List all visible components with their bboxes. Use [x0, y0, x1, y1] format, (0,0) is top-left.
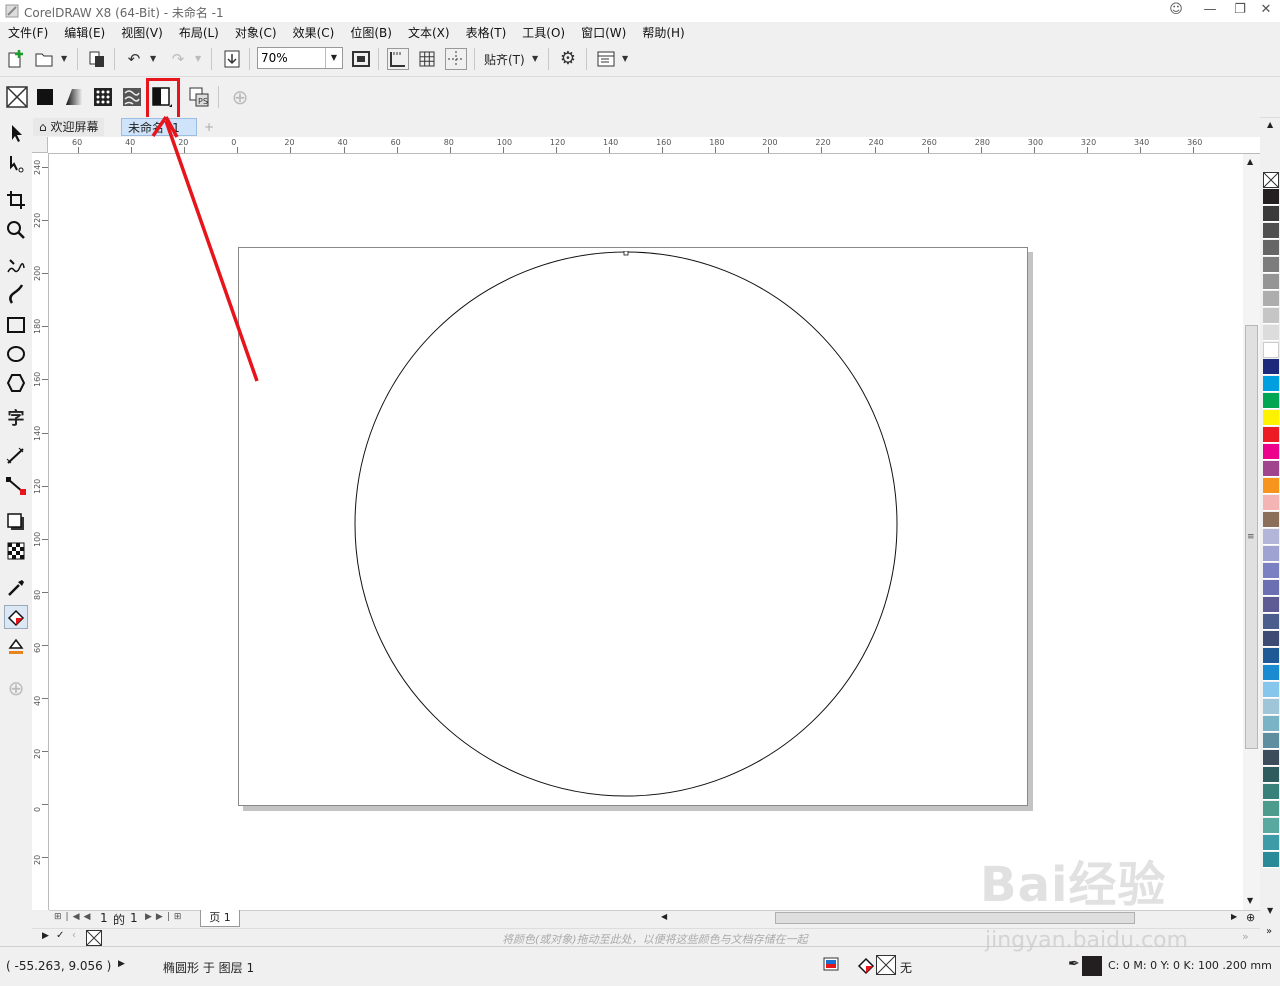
palette-swatch[interactable] — [1263, 461, 1279, 477]
palette-swatch[interactable] — [1263, 342, 1279, 358]
palette-swatch[interactable] — [1263, 240, 1279, 256]
scroll-left-arrow-icon[interactable]: ◀ — [661, 912, 667, 921]
annotation-arrow — [151, 116, 259, 382]
baidu-watermark: Bai经验 — [980, 857, 1167, 913]
palette-swatch[interactable] — [1263, 223, 1279, 239]
palette-swatch[interactable] — [1263, 580, 1279, 596]
palette-scroll-down-icon[interactable]: ▼ — [1267, 906, 1273, 915]
palette-swatch[interactable] — [1263, 308, 1279, 324]
page-first-prev-icons[interactable]: ⊞|◀◀ — [54, 912, 94, 922]
palette-swatch[interactable] — [1263, 784, 1279, 800]
no-fill-swatch-icon — [876, 955, 896, 975]
doc-palette-hint: 将颜色(或对象)拖动至此处，以便将这些颜色与文档存储在一起 — [502, 933, 808, 946]
scroll-grip-icon: ≡ — [1247, 532, 1255, 542]
palette-swatch[interactable] — [1263, 393, 1279, 409]
navigator-zoom-icon[interactable]: ⊕ — [1246, 911, 1255, 924]
palette-swatch[interactable] — [1263, 614, 1279, 630]
palette-swatch[interactable] — [1263, 274, 1279, 290]
palette-scroll-up-icon[interactable]: ▲ — [1267, 120, 1273, 129]
palette-expand-icon[interactable]: » — [1266, 926, 1272, 937]
scroll-down-arrow-icon[interactable]: ▼ — [1247, 896, 1253, 905]
palette-swatch[interactable] — [1263, 257, 1279, 273]
palette-swatch[interactable] — [1263, 597, 1279, 613]
palette-swatch[interactable] — [1263, 512, 1279, 528]
palette-swatch[interactable] — [1263, 733, 1279, 749]
palette-swatch[interactable] — [1263, 665, 1279, 681]
palette-swatch[interactable] — [1263, 631, 1279, 647]
doc-palette-none-swatch[interactable] — [86, 930, 102, 946]
doc-palette-expand-icon[interactable]: » — [1242, 930, 1249, 943]
palette-swatch[interactable] — [1263, 444, 1279, 460]
fill-label: 无 — [900, 961, 913, 975]
palette-swatch[interactable] — [1263, 189, 1279, 205]
palette-swatch[interactable] — [1263, 835, 1279, 851]
palette-swatch[interactable] — [1263, 325, 1279, 341]
palette-swatch[interactable] — [1263, 818, 1279, 834]
page-of-label: 的 — [113, 913, 126, 927]
palette-swatch[interactable] — [1263, 359, 1279, 375]
status-arrow-icon[interactable]: ▶ — [118, 959, 125, 969]
baidu-watermark-url: jingyan.baidu.com — [985, 928, 1189, 953]
color-palette: ▲ ▼ » — [1262, 118, 1280, 946]
palette-swatch[interactable] — [1263, 291, 1279, 307]
palette-swatch[interactable] — [1263, 495, 1279, 511]
outline-info: C: 0 M: 0 Y: 0 K: 100 .200 mm — [1108, 959, 1272, 972]
palette-swatch[interactable] — [1263, 529, 1279, 545]
total-pages: 1 — [130, 911, 138, 925]
pen-outline-icon[interactable]: ✒ — [1068, 956, 1080, 972]
outline-color-swatch — [1082, 956, 1102, 976]
palette-swatch[interactable] — [1263, 478, 1279, 494]
palette-swatch[interactable] — [1263, 410, 1279, 426]
color-proof-icon[interactable] — [822, 956, 840, 974]
fill-indicator-icon[interactable] — [856, 956, 876, 976]
palette-swatch[interactable] — [1263, 852, 1279, 868]
scroll-right-arrow-icon[interactable]: ▶ — [1231, 912, 1237, 921]
palette-swatch[interactable] — [1263, 648, 1279, 664]
palette-swatch[interactable] — [1263, 563, 1279, 579]
doc-palette-left-icon[interactable]: ‹ — [72, 930, 76, 941]
palette-swatch[interactable] — [1263, 767, 1279, 783]
palette-swatch[interactable] — [1263, 699, 1279, 715]
palette-swatch[interactable] — [1263, 801, 1279, 817]
cursor-coordinates: ( -55.263, 9.056 ) — [6, 959, 112, 973]
palette-swatch[interactable] — [1263, 427, 1279, 443]
object-info: 椭圆形 于 图层 1 — [163, 961, 255, 975]
palette-swatch[interactable] — [1263, 206, 1279, 222]
page-tab[interactable]: 页 1 — [200, 910, 240, 927]
palette-swatch[interactable] — [1263, 716, 1279, 732]
palette-swatch[interactable] — [1263, 376, 1279, 392]
page-tab-label: 页 1 — [209, 911, 231, 924]
scroll-up-arrow-icon[interactable]: ▲ — [1247, 157, 1253, 166]
palette-no-color-swatch[interactable] — [1263, 172, 1279, 188]
doc-palette-arrow-icon[interactable]: ▶ — [42, 931, 49, 941]
page-next-last-icons[interactable]: ▶▶|⊞ — [145, 912, 185, 922]
palette-swatch[interactable] — [1263, 546, 1279, 562]
palette-swatch[interactable] — [1263, 750, 1279, 766]
palette-swatch[interactable] — [1263, 682, 1279, 698]
current-page-number: 1 — [100, 911, 108, 925]
eyedropper-small-icon[interactable]: ✓ — [56, 930, 64, 941]
